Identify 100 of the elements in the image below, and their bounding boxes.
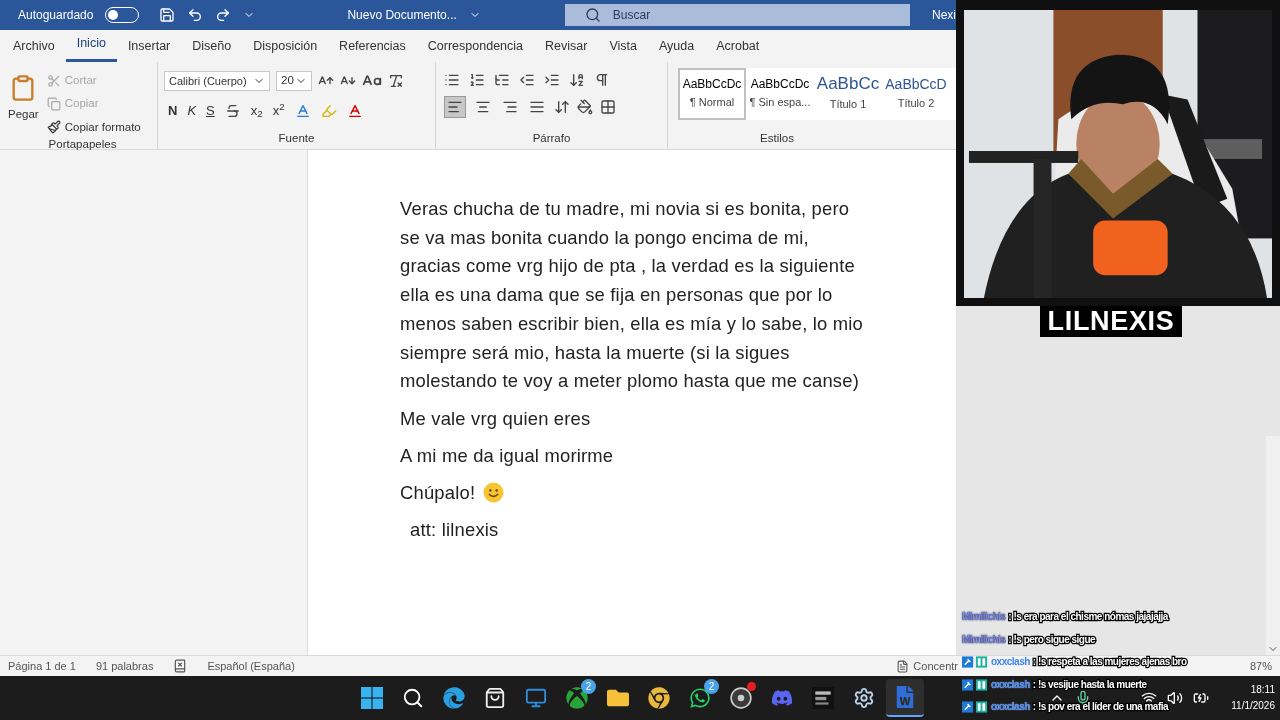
search-icon	[584, 7, 601, 23]
monitor-icon[interactable]	[525, 687, 547, 709]
chat-badges-icon	[962, 678, 988, 691]
chat-message: : !s vesijue hasta la muerte	[1032, 677, 1147, 692]
chat-username: Mimilichis	[962, 610, 1006, 624]
notification-badge: 2	[704, 679, 719, 694]
chat-message: : !s pov era el líder de una mafia	[1032, 700, 1169, 714]
undo-icon[interactable]	[187, 7, 204, 23]
font-name-field[interactable]: Calibri (Cuerpo)	[164, 71, 270, 91]
group-label: Fuente	[277, 130, 316, 146]
show-marks-icon[interactable]	[594, 72, 610, 88]
chat-username: oxxclash	[991, 700, 1030, 714]
paragraph: att: lilnexis	[409, 517, 499, 542]
paragraph: A mi me da igual morirme	[400, 443, 614, 468]
chat-username: Mimilichis	[962, 632, 1006, 647]
ribbon-tab[interactable]: Referencias	[328, 37, 417, 62]
style-item[interactable]: AaBbCcDc ¶ Sin espa...	[746, 68, 814, 120]
page-count[interactable]: Página 1 de 1	[8, 657, 76, 675]
bold-button[interactable]: N	[168, 101, 178, 121]
ribbon-tab[interactable]: Archivo	[13, 37, 66, 62]
scissors-icon	[46, 73, 61, 88]
settings-icon[interactable]	[853, 687, 875, 709]
ribbon-tab[interactable]: Vista	[598, 37, 648, 62]
ribbon-tab[interactable]: Correspondencia	[416, 37, 534, 62]
search-field[interactable]: Buscar	[564, 4, 910, 26]
user-name[interactable]: Nexi	[932, 6, 956, 24]
scroll-bar[interactable]	[1266, 436, 1280, 655]
align-icon	[529, 99, 545, 115]
font-size-field[interactable]: 20	[276, 71, 312, 91]
paragraph: Chúpalo!	[400, 480, 476, 505]
battery-icon[interactable]	[1193, 690, 1210, 706]
font-color-icon[interactable]	[346, 102, 363, 119]
xbox-icon[interactable]	[566, 687, 588, 709]
sort-icon[interactable]	[569, 72, 585, 88]
group-label: Estilos	[759, 130, 795, 146]
increase-indent-icon[interactable]	[544, 72, 560, 88]
ribbon-tab[interactable]: Disposición	[242, 37, 329, 62]
italic-button[interactable]: K	[187, 101, 197, 121]
smiley-icon	[483, 482, 505, 504]
date[interactable]: 11/1/2026	[1231, 698, 1275, 714]
redo-icon[interactable]	[215, 7, 232, 23]
folder-icon[interactable]	[607, 687, 629, 709]
proofing-icon[interactable]	[173, 659, 188, 673]
style-item[interactable]: AaBbCcDc ¶ Normal	[678, 68, 746, 120]
focus-icon[interactable]	[896, 659, 910, 673]
align-button[interactable]	[444, 96, 466, 118]
paintbrush-icon	[46, 120, 61, 135]
browser-icon[interactable]	[443, 687, 465, 709]
chat-username: oxxclash	[991, 677, 1030, 692]
streamer-name: LILNEXIS	[1039, 306, 1183, 337]
ribbon-tab[interactable]: Acrobat	[705, 37, 771, 62]
language-label[interactable]: Español (España)	[207, 657, 295, 675]
document-title[interactable]: Nuevo Documento...	[347, 6, 457, 24]
strikethrough-icon[interactable]	[224, 102, 241, 119]
store-bag-icon[interactable]	[484, 687, 506, 709]
game-icon[interactable]	[812, 687, 834, 709]
clear-format-icon[interactable]	[388, 73, 404, 89]
chat-badges-icon	[962, 701, 988, 714]
focus-label[interactable]: Concentr	[913, 657, 958, 675]
multilevel-list-icon[interactable]	[494, 72, 510, 88]
zoom-level[interactable]: 87%	[1249, 657, 1272, 675]
clipboard-button[interactable]: Copiar formato	[46, 118, 141, 136]
group-label: Portapapeles	[47, 136, 118, 152]
volume-icon[interactable]	[1167, 690, 1184, 706]
save-icon[interactable]	[159, 7, 176, 23]
underline-button[interactable]: S	[206, 101, 215, 121]
ribbon-tab[interactable]: Diseño	[181, 37, 243, 62]
text-effects-icon[interactable]	[294, 102, 311, 119]
borders-icon[interactable]	[600, 99, 616, 115]
subscript-button[interactable]: x$_{2}$	[250, 101, 263, 121]
paragraph: Me vale vrg quien eres	[400, 406, 591, 431]
numbering-icon[interactable]	[469, 72, 485, 88]
style-item[interactable]: AaBbCcD Título 2	[882, 68, 950, 120]
style-item[interactable]: AaBbCc Título 1	[814, 68, 882, 120]
chrome-icon[interactable]	[648, 687, 670, 709]
line-spacing-icon[interactable]	[554, 99, 570, 115]
ribbon-tab[interactable]: Insertar	[116, 37, 182, 62]
bullets-icon[interactable]	[444, 72, 460, 88]
chat-message: : !s era para el chisme nómas jajajajja	[1008, 609, 1168, 626]
search-icon[interactable]	[402, 687, 424, 709]
ribbon-tab[interactable]: Ayuda	[647, 37, 706, 62]
shading-icon[interactable]	[577, 99, 593, 115]
align-icon	[502, 99, 518, 115]
notification-badge: 2	[581, 679, 596, 694]
align-icon	[475, 99, 491, 115]
search-placeholder: Buscar	[612, 7, 651, 24]
clock[interactable]: 18:11	[1250, 682, 1275, 698]
paste-button[interactable]: Pegar	[8, 70, 39, 136]
align-icon	[447, 99, 463, 115]
superscript-button[interactable]: x$^{2}$	[272, 101, 285, 121]
copy-icon	[46, 96, 61, 111]
chat-username: oxxclash	[991, 655, 1030, 669]
chat-app-icon[interactable]	[689, 687, 711, 709]
chat-message: : !s respeta a las mujeres ajenas bro	[1032, 654, 1187, 671]
decrease-indent-icon[interactable]	[519, 72, 535, 88]
recorder-icon[interactable]	[730, 687, 752, 709]
ribbon-tab[interactable]: Revisar	[534, 37, 599, 62]
word-count[interactable]: 91 palabras	[95, 657, 154, 675]
word-icon[interactable]	[894, 686, 916, 708]
group-label: Párrafo	[531, 130, 572, 146]
